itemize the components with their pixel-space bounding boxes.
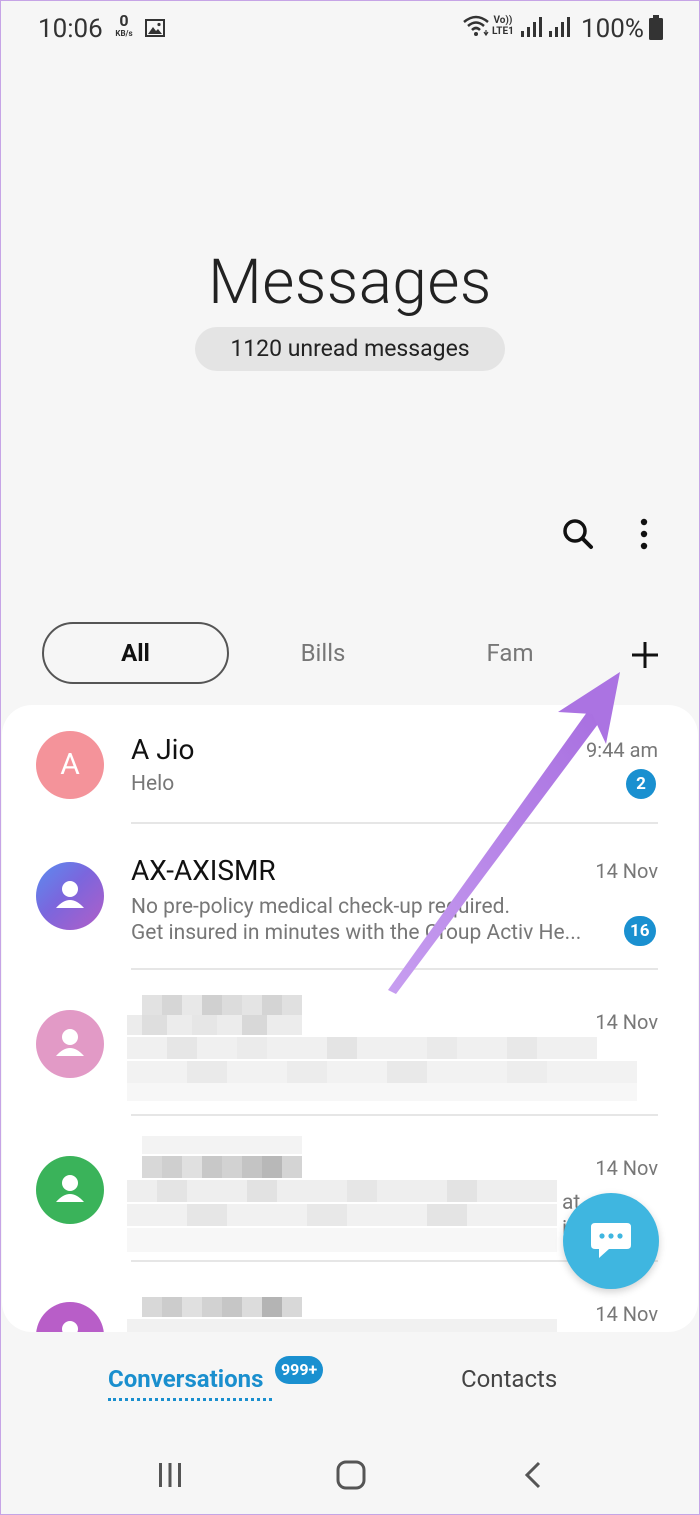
compose-button[interactable]: [563, 1193, 659, 1289]
network-speed: 0 KB/s: [113, 13, 135, 38]
conversation-preview: Helo: [131, 772, 175, 796]
avatar: [36, 1156, 104, 1224]
conversation-row[interactable]: 14 Nov: [2, 970, 698, 1116]
conversation-time: 14 Nov: [595, 1010, 658, 1034]
back-icon[interactable]: [522, 1460, 544, 1490]
redacted-content: [127, 995, 637, 1101]
active-tab-indicator: [108, 1398, 272, 1401]
avatar: [36, 1302, 104, 1332]
unread-badge: 16: [624, 916, 656, 946]
status-bar: 10:06 0 KB/s Vo)) LTE1 100%: [0, 0, 700, 60]
conversation-time: 14 Nov: [595, 859, 658, 883]
more-vertical-icon[interactable]: [626, 514, 662, 554]
tab-all[interactable]: All: [42, 622, 229, 684]
recents-icon[interactable]: [157, 1462, 183, 1488]
conversation-preview-line-2: Get insured in minutes with the Group Ac…: [131, 921, 582, 945]
unread-count-badge: 1120 unread messages: [195, 327, 505, 371]
avatar-letter: A: [60, 747, 80, 782]
volte-indicator: Vo)) LTE1: [492, 15, 514, 37]
volte-top: Vo)): [493, 15, 513, 26]
signal-icon-1: [521, 17, 542, 37]
avatar: A: [36, 731, 104, 799]
network-speed-value: 0: [119, 11, 129, 30]
conversation-time: 14 Nov: [595, 1156, 658, 1180]
person-icon: [56, 881, 84, 908]
avatar: [36, 1010, 104, 1078]
person-icon: [56, 1029, 84, 1056]
home-icon[interactable]: [336, 1460, 366, 1490]
network-speed-unit: KB/s: [115, 29, 133, 38]
wifi-icon: [463, 15, 489, 37]
conversation-preview-line-1: No pre-policy medical check-up required.: [131, 895, 510, 919]
battery-icon: [649, 15, 663, 40]
tab-conversations[interactable]: Conversations: [108, 1365, 263, 1393]
conversation-name: AX-AXISMR: [131, 854, 276, 887]
conversation-name: A Jio: [131, 733, 195, 766]
chat-bubble-icon: [591, 1223, 631, 1258]
conversation-time: 14 Nov: [595, 1302, 658, 1326]
person-icon: [56, 1175, 84, 1202]
search-icon[interactable]: [558, 514, 598, 554]
signal-icon-2: [549, 17, 570, 37]
tab-contacts[interactable]: Contacts: [461, 1365, 557, 1393]
unread-badge: 2: [626, 769, 656, 799]
avatar: [36, 862, 104, 930]
status-time: 10:06: [38, 14, 103, 44]
tab-bills[interactable]: Bills: [260, 622, 386, 684]
volte-bottom: LTE1: [492, 26, 514, 37]
conversations-count-badge: 999+: [275, 1356, 324, 1384]
person-icon: [62, 1321, 78, 1332]
page-title: Messages: [208, 246, 492, 319]
redacted-content: [127, 1136, 557, 1252]
conversation-row[interactable]: AX-AXISMR 14 Nov No pre-policy medical c…: [2, 824, 698, 970]
conversation-time: 9:44 am: [586, 738, 658, 762]
tab-fam[interactable]: Fam: [450, 622, 570, 684]
plus-icon[interactable]: [628, 638, 662, 672]
gallery-icon: [145, 19, 165, 37]
battery-percent: 100%: [581, 14, 644, 44]
redacted-content: [127, 1297, 557, 1332]
